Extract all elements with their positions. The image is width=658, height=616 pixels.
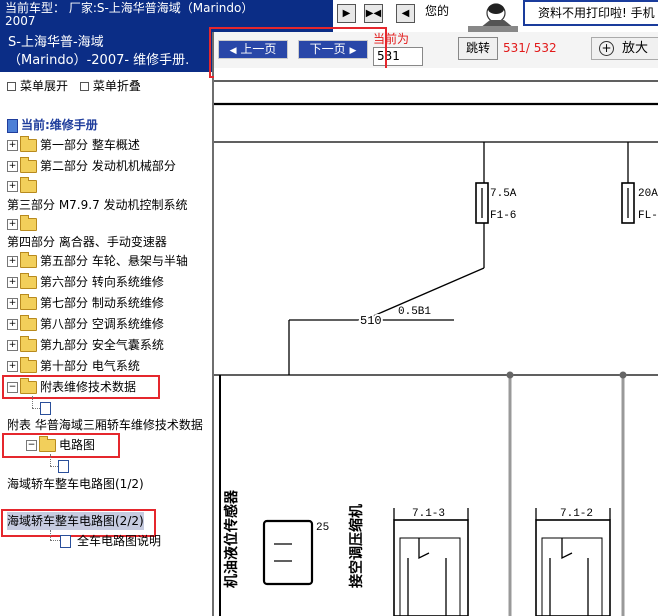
- tree-item-diagram-notes[interactable]: 全车电路图说明: [60, 532, 161, 550]
- collapse-toggle-icon[interactable]: −: [7, 382, 18, 393]
- open-folder-icon: [20, 378, 37, 394]
- tree-item-part1[interactable]: + 第一部分 整车概述: [7, 136, 140, 154]
- page-count: 531/ 532: [503, 41, 557, 55]
- relay-2: [535, 519, 611, 616]
- expand-toggle-icon[interactable]: +: [7, 181, 18, 192]
- manual-title-line-1: S-上海华普-海域: [8, 35, 104, 50]
- tree-item-part2[interactable]: + 第二部分 发动机机械部分: [7, 157, 176, 175]
- mascot-icon: [468, 3, 518, 32]
- collapse-icon: [79, 82, 89, 91]
- tree-item-part8[interactable]: + 第八部分 空调系统维修: [7, 315, 164, 333]
- menu-controls: 菜单展开 菜单折叠: [7, 77, 141, 95]
- tree-item-diagram-1[interactable]: 海域轿车整车电路图(1/2): [7, 475, 144, 493]
- tree-item-appendix-doc[interactable]: [40, 401, 51, 415]
- tree-item-appendix-data[interactable]: 附表 华普海域三厢轿车维修技术数据: [7, 416, 213, 434]
- folder-icon: [20, 252, 37, 268]
- relay-2-switch: [561, 538, 573, 560]
- relay-1-switch: [418, 538, 430, 560]
- folder-icon: [20, 157, 37, 173]
- fuse-1-rating: 7.5A: [490, 188, 517, 200]
- compressor-label: 接空调压缩机: [348, 504, 365, 588]
- tree-item-part5[interactable]: + 第五部分 车轮、悬架与半轴: [7, 252, 188, 270]
- manual-title: S-上海华普-海域 （Marindo）-2007- 维修手册.: [0, 32, 212, 72]
- folder-icon: [20, 177, 37, 193]
- tree-item-part4-toggle[interactable]: +: [7, 215, 40, 233]
- relay-2-inner: [541, 537, 603, 616]
- vehicle-line-1: 当前车型： 厂家:S-上海华普海域（Marindo）: [5, 1, 254, 15]
- jump-button[interactable]: 跳转: [458, 37, 498, 60]
- fuse-2-id: FL-: [638, 210, 658, 222]
- back-icon: ◀: [401, 8, 410, 19]
- tree-item-diagram-2[interactable]: 海域轿车整车电路图(2/2): [7, 512, 144, 530]
- tree-item-circuit-doc[interactable]: [58, 459, 69, 473]
- document-icon: [58, 460, 69, 473]
- expand-toggle-icon[interactable]: +: [7, 361, 18, 372]
- nav-back-button[interactable]: ◀: [396, 4, 415, 23]
- folder-icon: [20, 336, 37, 352]
- expand-toggle-icon[interactable]: +: [7, 340, 18, 351]
- nav-fast-forward-button[interactable]: ▶◀: [364, 4, 383, 23]
- tree-item-part9[interactable]: + 第九部分 安全气囊系统: [7, 336, 164, 354]
- expand-toggle-icon[interactable]: +: [7, 256, 18, 267]
- folder-icon: [20, 136, 37, 152]
- junction-dot: [619, 371, 627, 379]
- oil-sensor-label: 机油液位传感器: [223, 489, 240, 588]
- expand-menu-link[interactable]: 菜单展开: [20, 79, 68, 93]
- folder-icon: [20, 294, 37, 310]
- zoom-in-icon: +: [599, 41, 614, 56]
- expand-toggle-icon[interactable]: +: [7, 319, 18, 330]
- document-icon: [40, 402, 51, 415]
- fuse-1-id: F1-6: [490, 210, 516, 222]
- expand-toggle-icon[interactable]: +: [7, 161, 18, 172]
- expand-toggle-icon[interactable]: +: [7, 277, 18, 288]
- tree-line: [50, 454, 51, 466]
- play-icon: ▶: [342, 8, 351, 19]
- manual-title-line-2: （Marindo）-2007- 维修手册.: [8, 53, 190, 68]
- tree-line: [32, 396, 33, 408]
- sensor-connector: [262, 519, 314, 586]
- tree-item-part6[interactable]: + 第六部分 转向系统维修: [7, 273, 164, 291]
- tree-item-part10[interactable]: + 第十部分 电气系统: [7, 357, 140, 375]
- manual-icon: [7, 118, 18, 133]
- tree-line: [32, 408, 40, 409]
- folder-icon: [20, 315, 37, 331]
- expand-toggle-icon[interactable]: +: [7, 219, 18, 230]
- expand-toggle-icon[interactable]: +: [7, 298, 18, 309]
- tree-line: [50, 540, 60, 541]
- folder-icon: [20, 215, 37, 231]
- expand-icon: [7, 82, 16, 91]
- tree-item-part3[interactable]: 第三部分 M7.9.7 发动机控制系统: [7, 196, 188, 214]
- connector-pin: 25: [316, 522, 329, 534]
- relay-2-label: 7.1-2: [560, 508, 593, 520]
- ad-text: 您的: [425, 4, 450, 18]
- open-folder-icon: [39, 436, 56, 452]
- relay-1-inner: [399, 537, 461, 616]
- fuse-2-rating: 20A: [638, 188, 658, 200]
- circuit-diagram: 7.5A F1-6 20A FL- 510 0.5B1 7.1-3 7.1-2 …: [214, 68, 658, 616]
- tree-item-part3-toggle[interactable]: +: [7, 177, 40, 195]
- collapse-toggle-icon[interactable]: −: [26, 440, 37, 451]
- collapse-menu-link[interactable]: 菜单折叠: [93, 79, 141, 93]
- wire-spec: 0.5B1: [398, 306, 431, 318]
- tree-line: [50, 530, 51, 540]
- junction-dot: [506, 371, 514, 379]
- tree-root[interactable]: 当前:维修手册: [7, 116, 98, 134]
- folder-icon: [20, 357, 37, 373]
- wire-number: 510: [360, 314, 382, 328]
- expand-toggle-icon[interactable]: +: [7, 140, 18, 151]
- fast-forward-icon: ▶◀: [365, 8, 382, 19]
- tree-line: [50, 466, 58, 467]
- ad-banner[interactable]: 资料不用打印啦! 手机: [523, 0, 658, 26]
- folder-icon: [20, 273, 37, 289]
- nav-forward-button[interactable]: ▶: [337, 4, 356, 23]
- tree-item-appendix[interactable]: − 附表维修技术数据: [7, 378, 136, 396]
- relay-1: [393, 519, 469, 616]
- tree-item-part7[interactable]: + 第七部分 制动系统维修: [7, 294, 164, 312]
- tree-item-circuit[interactable]: − 电路图: [26, 436, 95, 454]
- document-icon: [60, 535, 71, 548]
- relay-1-label: 7.1-3: [412, 508, 445, 520]
- tree-root-label: 当前:维修手册: [21, 118, 98, 132]
- tree-item-part4[interactable]: 第四部分 离合器、手动变速器: [7, 233, 167, 251]
